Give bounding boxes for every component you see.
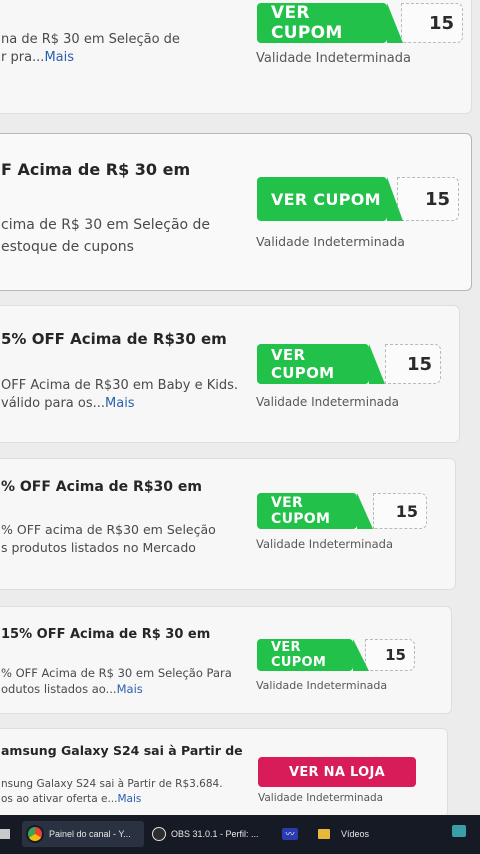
more-link[interactable]: Mais [117, 682, 143, 696]
taskbar-item-videos[interactable]: Vídeos [318, 821, 388, 847]
coupon-card: F Acima de R$ 30 em cima de R$ 30 em Sel… [0, 133, 472, 291]
ver-na-loja-button[interactable]: VER NA LOJA [258, 757, 416, 787]
more-link[interactable]: Mais [44, 50, 74, 65]
taskbar-item-label: Vídeos [341, 829, 370, 839]
taskbar-start-icon[interactable] [0, 829, 10, 839]
offer-title: amsung Galaxy S24 sai à Partir de [1, 743, 243, 758]
coupon-card: 15% OFF Acima de R$ 30 em % OFF Acima de… [0, 606, 452, 714]
taskbar-tray-icon[interactable] [452, 825, 466, 837]
audio-wave-icon: 〰 [282, 828, 298, 840]
validity-text: Validade Indeterminada [256, 395, 399, 409]
coupon-button-group[interactable]: 15 VER CUPOM [257, 493, 427, 529]
more-link[interactable]: Mais [117, 793, 141, 805]
coupon-button-group[interactable]: 15 VER CUPOM [257, 177, 459, 221]
coupon-title: F Acima de R$ 30 em [1, 160, 191, 179]
coupon-description: % OFF acima de R$30 em Seleção s produto… [1, 522, 216, 555]
validity-text: Validade Indeterminada [258, 792, 384, 804]
taskbar-item-obs[interactable]: OBS 31.0.1 - Perfil: ... [150, 821, 270, 847]
obs-icon [152, 827, 166, 841]
coupon-card: na de R$ 30 em Seleção de r pra...Mais 1… [0, 0, 472, 114]
coupon-description: % OFF Acima de R$ 30 em Seleção Para odu… [1, 666, 232, 696]
coupon-button-group[interactable]: 15 VER CUPOM [257, 344, 441, 384]
coupon-button-group[interactable]: 15 VER CUPOM [257, 639, 415, 671]
coupon-description: cima de R$ 30 em Seleção de estoque de c… [1, 217, 211, 255]
offer-description: nsung Galaxy S24 sai à Partir de R$3.684… [1, 778, 223, 805]
coupon-title: 5% OFF Acima de R$30 em [1, 330, 227, 348]
coupon-button-group[interactable]: 15 VER CUPOM [257, 3, 463, 43]
coupon-card: % OFF Acima de R$30 em % OFF acima de R$… [0, 458, 456, 590]
validity-text: Validade Indeterminada [256, 234, 405, 249]
store-offer-card: amsung Galaxy S24 sai à Partir de nsung … [0, 728, 448, 818]
validity-text: Validade Indeterminada [256, 51, 411, 66]
coupon-description: OFF Acima de R$30 em Baby e Kids. válido… [1, 378, 239, 411]
coupon-code: 15 [365, 639, 415, 671]
coupon-code: 15 [385, 344, 441, 384]
taskbar-item-label: Painel do canal - Y... [49, 829, 131, 839]
coupon-title: % OFF Acima de R$30 em [1, 479, 202, 495]
coupon-code: 15 [401, 3, 463, 43]
ver-cupom-button[interactable]: VER CUPOM [257, 493, 357, 529]
ver-cupom-button[interactable]: VER CUPOM [257, 344, 369, 384]
coupon-code: 15 [397, 177, 459, 221]
coupon-card: 5% OFF Acima de R$30 em OFF Acima de R$3… [0, 305, 460, 443]
coupon-title: 15% OFF Acima de R$ 30 em [1, 627, 211, 642]
chrome-icon [26, 825, 44, 843]
ver-cupom-button[interactable]: VER CUPOM [257, 639, 353, 671]
coupon-code: 15 [373, 493, 427, 529]
ver-cupom-button[interactable]: VER CUPOM [257, 3, 387, 43]
taskbar-item-chrome[interactable]: Painel do canal - Y... [22, 821, 144, 847]
validity-text: Validade Indeterminada [256, 537, 394, 551]
taskbar: Painel do canal - Y... OBS 31.0.1 - Perf… [0, 815, 480, 854]
more-link[interactable]: Mais [105, 396, 135, 411]
folder-icon [318, 829, 330, 839]
ver-cupom-button[interactable]: VER CUPOM [257, 177, 387, 221]
taskbar-item-audio[interactable]: 〰 [282, 821, 302, 847]
validity-text: Validade Indeterminada [256, 679, 388, 692]
taskbar-item-label: OBS 31.0.1 - Perfil: ... [171, 829, 259, 839]
coupon-description: na de R$ 30 em Seleção de r pra...Mais [1, 32, 180, 65]
